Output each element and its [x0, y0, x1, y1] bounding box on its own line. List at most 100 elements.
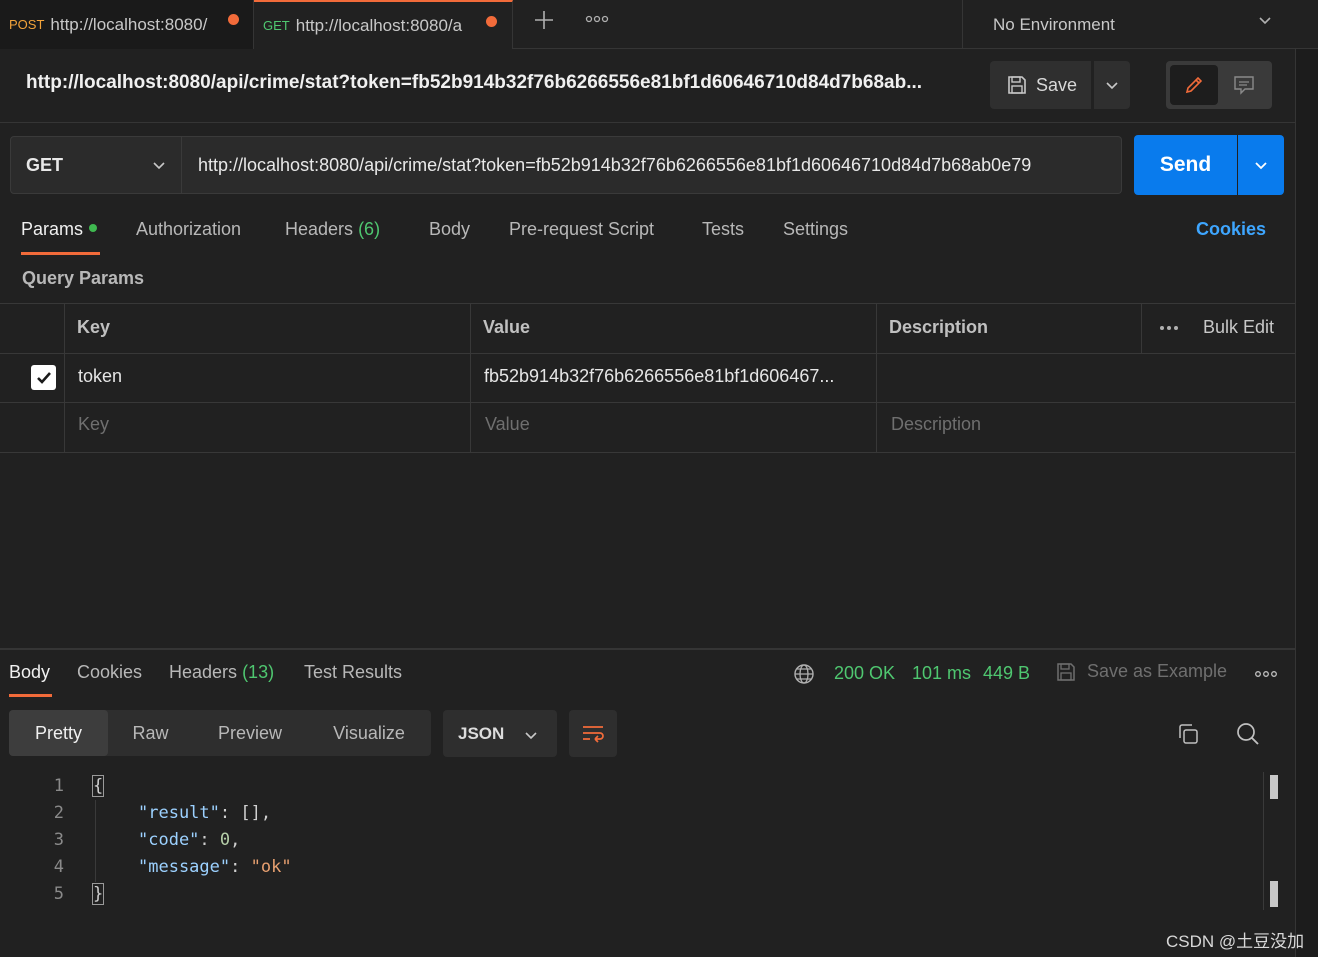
param-key-input[interactable]: token	[78, 366, 122, 387]
table-border	[0, 452, 1295, 453]
column-divider	[876, 303, 877, 452]
column-header-value: Value	[483, 317, 531, 337]
response-divider[interactable]	[0, 648, 1295, 650]
column-header-key: Key	[77, 317, 111, 337]
wrap-lines-icon	[583, 725, 604, 743]
json-value: "ok"	[250, 857, 292, 877]
param-value-input[interactable]: fb52b914b32f76b6266556e81bf1d606467...	[484, 366, 869, 387]
tab-post-request[interactable]: POST http://localhost:8080/	[0, 0, 254, 49]
url-input[interactable]: http://localhost:8080/api/crime/stat?tok…	[182, 136, 1122, 194]
save-icon	[1008, 76, 1026, 94]
tab-method-label: GET	[263, 18, 290, 33]
unsaved-dot-icon	[228, 14, 239, 25]
tab-tests[interactable]: Tests	[702, 219, 744, 240]
more-options-icon[interactable]	[1158, 318, 1180, 338]
save-options-button[interactable]	[1094, 61, 1130, 109]
right-sidebar	[1295, 49, 1318, 957]
divider	[0, 122, 1295, 123]
wrap-lines-button[interactable]	[569, 710, 617, 757]
new-param-value-input[interactable]: Value	[485, 414, 530, 435]
param-enabled-checkbox[interactable]	[31, 365, 56, 390]
json-open-brace: {	[91, 775, 105, 797]
comments-button[interactable]	[1220, 65, 1268, 105]
status-code[interactable]: 200 OK	[834, 663, 895, 684]
tab-settings[interactable]: Settings	[783, 219, 848, 240]
response-size[interactable]: 449 B	[983, 663, 1030, 684]
view-pretty-button[interactable]: Pretty	[9, 710, 108, 756]
line-number: 1	[53, 776, 64, 796]
column-header-description: Description	[889, 317, 989, 337]
save-button[interactable]: Save	[990, 61, 1091, 109]
column-divider	[470, 303, 471, 452]
response-time[interactable]: 101 ms	[912, 663, 971, 684]
line-number: 2	[53, 803, 64, 823]
request-title[interactable]: http://localhost:8080/api/crime/stat?tok…	[26, 72, 946, 94]
tab-url-label: http://localhost:8080/a	[295, 15, 463, 35]
method-select[interactable]: GET	[10, 136, 182, 194]
scrollbar-track[interactable]	[1263, 772, 1264, 910]
save-icon	[1055, 661, 1077, 683]
chevron-down-icon	[1106, 82, 1118, 90]
json-line: "result": [],	[138, 803, 271, 823]
json-value: [],	[240, 803, 272, 823]
json-close-brace: }	[91, 883, 105, 905]
tab-url-label: http://localhost:8080/	[50, 14, 208, 34]
tab-pre-request-script[interactable]: Pre-request Script	[509, 219, 654, 240]
chevron-down-icon	[523, 727, 539, 748]
scrollbar-marker[interactable]	[1270, 881, 1278, 907]
tab-method-label: POST	[9, 17, 45, 32]
active-tab-underline	[21, 252, 100, 255]
scrollbar-marker[interactable]	[1270, 775, 1278, 799]
environment-selector[interactable]: No Environment	[962, 0, 1295, 49]
comment-icon	[1234, 76, 1254, 95]
send-label: Send	[1159, 153, 1212, 176]
globe-icon[interactable]	[793, 663, 815, 685]
cookies-link[interactable]: Cookies	[1196, 219, 1266, 240]
column-divider	[1141, 303, 1142, 353]
new-tab-plus-icon[interactable]	[532, 8, 556, 32]
save-as-example-button[interactable]: Save as Example	[1087, 661, 1227, 682]
column-divider	[64, 303, 65, 452]
view-raw-button[interactable]: Raw	[108, 710, 193, 756]
json-key: "result"	[138, 803, 220, 823]
send-options-button[interactable]	[1238, 135, 1284, 195]
send-button[interactable]: Send	[1134, 135, 1237, 195]
tab-body[interactable]: Body	[429, 219, 470, 240]
response-tab-cookies[interactable]: Cookies	[77, 662, 142, 683]
tab-get-request[interactable]: GET http://localhost:8080/a	[254, 0, 513, 49]
format-select[interactable]: JSON	[443, 710, 557, 757]
view-visualize-button[interactable]: Visualize	[307, 710, 431, 756]
tab-headers-label: Headers	[285, 219, 354, 239]
tab-headers[interactable]: Headers (6)	[285, 219, 380, 240]
view-preview-button[interactable]: Preview	[193, 710, 307, 756]
search-icon[interactable]	[1235, 721, 1261, 747]
new-param-description-input[interactable]: Description	[891, 414, 981, 435]
response-headers-count: (13)	[242, 662, 275, 682]
view-mode-group: Pretty Raw Preview Visualize	[9, 710, 431, 756]
chevron-down-icon	[1257, 12, 1273, 33]
json-key: "code"	[138, 830, 200, 850]
line-number: 3	[53, 830, 64, 850]
tab-params-label: Params	[21, 219, 84, 239]
active-tab-underline	[9, 694, 52, 697]
watermark: CSDN @土豆没加	[1166, 932, 1305, 951]
tab-params[interactable]: Params	[21, 219, 98, 240]
json-comma: ,	[230, 830, 241, 850]
edit-mode-button[interactable]	[1170, 65, 1218, 105]
tab-bar: POST http://localhost:8080/ GET http://l…	[0, 0, 1318, 49]
copy-icon[interactable]	[1176, 722, 1200, 746]
response-tab-test-results[interactable]: Test Results	[304, 662, 402, 683]
json-separator: :	[199, 830, 220, 850]
new-param-key-input[interactable]: Key	[78, 414, 109, 435]
tab-authorization[interactable]: Authorization	[136, 219, 241, 240]
response-tab-headers[interactable]: Headers (13)	[169, 662, 274, 683]
bulk-edit-link[interactable]: Bulk Edit	[1203, 317, 1274, 338]
postman-window: POST http://localhost:8080/ GET http://l…	[0, 0, 1318, 957]
table-border	[0, 303, 1295, 304]
more-tabs-icon[interactable]	[584, 9, 610, 29]
response-tab-body[interactable]: Body	[9, 662, 50, 683]
url-text: http://localhost:8080/api/crime/stat?tok…	[198, 154, 1032, 175]
headers-count: (6)	[358, 219, 381, 239]
more-options-icon[interactable]	[1254, 664, 1278, 684]
unsaved-dot-icon	[486, 16, 497, 27]
